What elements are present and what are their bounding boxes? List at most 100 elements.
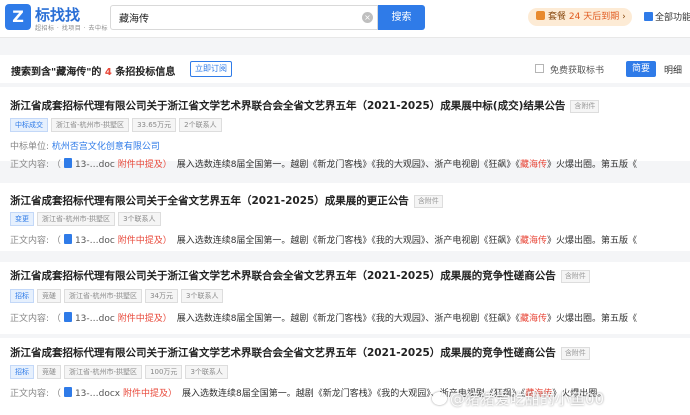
file-link[interactable]: 13-…doc: [75, 314, 115, 324]
result-card[interactable]: 浙江省成套招标代理有限公司关于全省文艺界五年（2021-2025）成果展的更正公…: [0, 183, 690, 251]
tag-region: 浙江省-杭州市-拱墅区: [51, 118, 130, 132]
attachment-note: 附件中提及）: [117, 236, 172, 246]
tag-type: 中标成交: [10, 118, 48, 132]
watermark: @猪猪爱吃甜的小鱼00: [432, 388, 604, 409]
tag-row: 招标 竞磋 浙江省-杭州市-拱墅区 34万元 3个联系人: [10, 289, 226, 303]
snippet-line: 正文内容: （ 13-…doc 附件中提及） 展入选数连续8届全国第一。越剧《新龙门…: [10, 157, 690, 170]
chevron-right-icon: ›: [622, 12, 626, 22]
vip-days: 24 天后到期: [568, 12, 620, 22]
winner-label: 中标单位:: [10, 142, 50, 152]
watermark-text: @猪猪爱吃甜的小鱼00: [450, 390, 605, 408]
doc-file-icon: [63, 387, 72, 397]
tag-contacts[interactable]: 3个联系人: [180, 289, 224, 303]
result-count: 4: [104, 67, 112, 78]
result-card[interactable]: 浙江省成套招标代理有限公司关于浙江省文学艺术界联合会全省文艺界五年（2021-2…: [0, 87, 690, 170]
result-title[interactable]: 浙江省成套招标代理有限公司关于浙江省文学艺术界联合会全省文艺界五年（2021-2…: [10, 98, 600, 113]
attachment-badge: 含附件: [570, 100, 600, 113]
vip-label: 套餐: [548, 12, 567, 22]
title-text[interactable]: 浙江省成套招标代理有限公司关于浙江省文学艺术界联合会全省文艺界五年（2021-2…: [10, 100, 565, 112]
snippet-label: 正文内容:: [10, 236, 50, 246]
attachment-note: 附件中提及）: [117, 314, 172, 324]
subscribe-button[interactable]: 立即订阅: [190, 61, 232, 77]
tag-row: 招标 竞磋 浙江省-杭州市-拱墅区 100万元 3个联系人: [10, 365, 231, 379]
tag-method: 竞磋: [37, 365, 61, 379]
title-text[interactable]: 浙江省成套招标代理有限公司关于浙江省文学艺术界联合会全省文艺界五年（2021-2…: [10, 270, 556, 282]
snippet-text-tail: 》火爆出圈。第五版《: [546, 160, 637, 170]
doc-file-icon: [63, 312, 72, 322]
tag-amount: 34万元: [145, 289, 178, 303]
result-summary: 搜索到含"藏海传"的 4 条招投标信息: [11, 63, 175, 78]
all-functions-label: 全部功能: [655, 13, 690, 23]
snippet-text-tail: 》火爆出圈。第五版《: [546, 314, 637, 324]
tag-amount: 100万元: [145, 365, 183, 379]
paren: （: [51, 236, 61, 246]
snippet-text: 展入选数连续8届全国第一。越剧《新龙门客栈》《我的大观园》、浙产电视剧《狂飙》《: [176, 314, 520, 324]
tag-type: 变更: [10, 212, 34, 226]
paren: （: [51, 314, 61, 324]
tab-detail[interactable]: 明细: [664, 63, 682, 76]
doc-file-icon: [63, 158, 72, 168]
snippet-text-tail: 》火爆出圈。第五版《: [546, 236, 637, 246]
result-title[interactable]: 浙江省成套招标代理有限公司关于浙江省文学艺术界联合会全省文艺界五年（2021-2…: [10, 268, 590, 283]
free-bid-label[interactable]: 免费获取标书: [550, 63, 604, 76]
brand-slogan: 超招标 · 找项目 · 去中标: [35, 25, 108, 32]
tag-row: 中标成交 浙江省-杭州市-拱墅区 33.65万元 2个联系人: [10, 118, 225, 132]
keyword-highlight: 藏海传: [519, 160, 547, 170]
snippet-label: 正文内容:: [10, 389, 50, 399]
attachment-badge: 含附件: [413, 195, 443, 208]
summary-mid: 的: [91, 67, 102, 78]
title-text[interactable]: 浙江省成套招标代理有限公司关于全省文艺界五年（2021-2025）成果展的更正公…: [10, 195, 409, 207]
keyword-highlight: 藏海传: [519, 314, 547, 324]
search-input[interactable]: [119, 6, 359, 29]
snippet-text: 展入选数连续8届全国第一。越剧《新龙门客栈》《我的大观园》、浙产电视剧《狂飙》《: [176, 160, 520, 170]
snippet-line: 正文内容: （ 13-…doc 附件中提及） 展入选数连续8届全国第一。越剧《新龙门…: [10, 311, 690, 324]
snippet-label: 正文内容:: [10, 314, 50, 324]
tag-region: 浙江省-杭州市-拱墅区: [64, 365, 143, 379]
attachment-badge: 含附件: [560, 347, 590, 360]
file-link[interactable]: 13-…doc: [75, 236, 115, 246]
tag-region: 浙江省-杭州市-拱墅区: [37, 212, 116, 226]
summary-prefix: 搜索到含: [11, 67, 51, 78]
vip-badge[interactable]: 套餐 24 天后到期 ›: [528, 8, 632, 26]
summary-keyword: "藏海传": [51, 67, 92, 78]
tag-row: 变更 浙江省-杭州市-拱墅区 3个联系人: [10, 212, 164, 226]
result-title[interactable]: 浙江省成套招标代理有限公司关于全省文艺界五年（2021-2025）成果展的更正公…: [10, 193, 443, 208]
result-title[interactable]: 浙江省成套招标代理有限公司关于浙江省文学艺术界联合会全省文艺界五年（2021-2…: [10, 345, 590, 360]
search-button[interactable]: 搜索: [378, 5, 425, 30]
result-summary-bar: 搜索到含"藏海传"的 4 条招投标信息 立即订阅 免费获取标书 简要 明细: [0, 55, 690, 83]
file-link[interactable]: 13-…docx: [75, 389, 120, 399]
weibo-icon: [432, 392, 447, 405]
winner-company-link[interactable]: 杭州否宫文化创意有限公司: [52, 142, 160, 152]
grid-icon: [644, 12, 653, 21]
snippet-text: 展入选数连续8届全国第一。越剧《新龙门客栈》《我的大观园》、浙产电视剧《狂飙》《: [176, 236, 520, 246]
summary-suffix: 条招投标信息: [115, 67, 176, 78]
tab-brief[interactable]: 简要: [626, 61, 656, 77]
tag-type: 招标: [10, 365, 34, 379]
tag-type: 招标: [10, 289, 34, 303]
snippet-line: 正文内容: （ 13-…doc 附件中提及） 展入选数连续8届全国第一。越剧《新龙门…: [10, 233, 690, 246]
tag-region: 浙江省-杭州市-拱墅区: [64, 289, 143, 303]
tag-method: 竞磋: [37, 289, 61, 303]
paren: （: [51, 160, 61, 170]
tag-contacts[interactable]: 3个联系人: [185, 365, 228, 379]
attachment-badge: 含附件: [560, 270, 590, 283]
file-link[interactable]: 13-…doc: [75, 160, 115, 170]
attachment-note: 附件中提及）: [123, 389, 178, 399]
search-box: ×: [110, 5, 378, 30]
tag-contacts[interactable]: 3个联系人: [118, 212, 161, 226]
logo-icon[interactable]: Z: [5, 4, 31, 30]
brand-name[interactable]: 标找找: [35, 4, 80, 25]
free-bid-checkbox[interactable]: [535, 64, 544, 73]
all-functions-button[interactable]: 全部功能: [644, 10, 690, 23]
snippet-label: 正文内容:: [10, 160, 50, 170]
tag-amount: 33.65万元: [132, 118, 177, 132]
doc-file-icon: [63, 234, 72, 244]
title-text[interactable]: 浙江省成套招标代理有限公司关于浙江省文学艺术界联合会全省文艺界五年（2021-2…: [10, 347, 556, 359]
keyword-highlight: 藏海传: [519, 236, 547, 246]
paren: （: [51, 389, 61, 399]
clear-icon[interactable]: ×: [362, 12, 373, 23]
result-card[interactable]: 浙江省成套招标代理有限公司关于浙江省文学艺术界联合会全省文艺界五年（2021-2…: [0, 262, 690, 334]
tag-contacts[interactable]: 2个联系人: [179, 118, 222, 132]
top-header: Z 标找找 超招标 · 找项目 · 去中标 × 搜索 套餐 24 天后到期 › …: [0, 0, 690, 38]
vip-icon: [536, 11, 545, 20]
